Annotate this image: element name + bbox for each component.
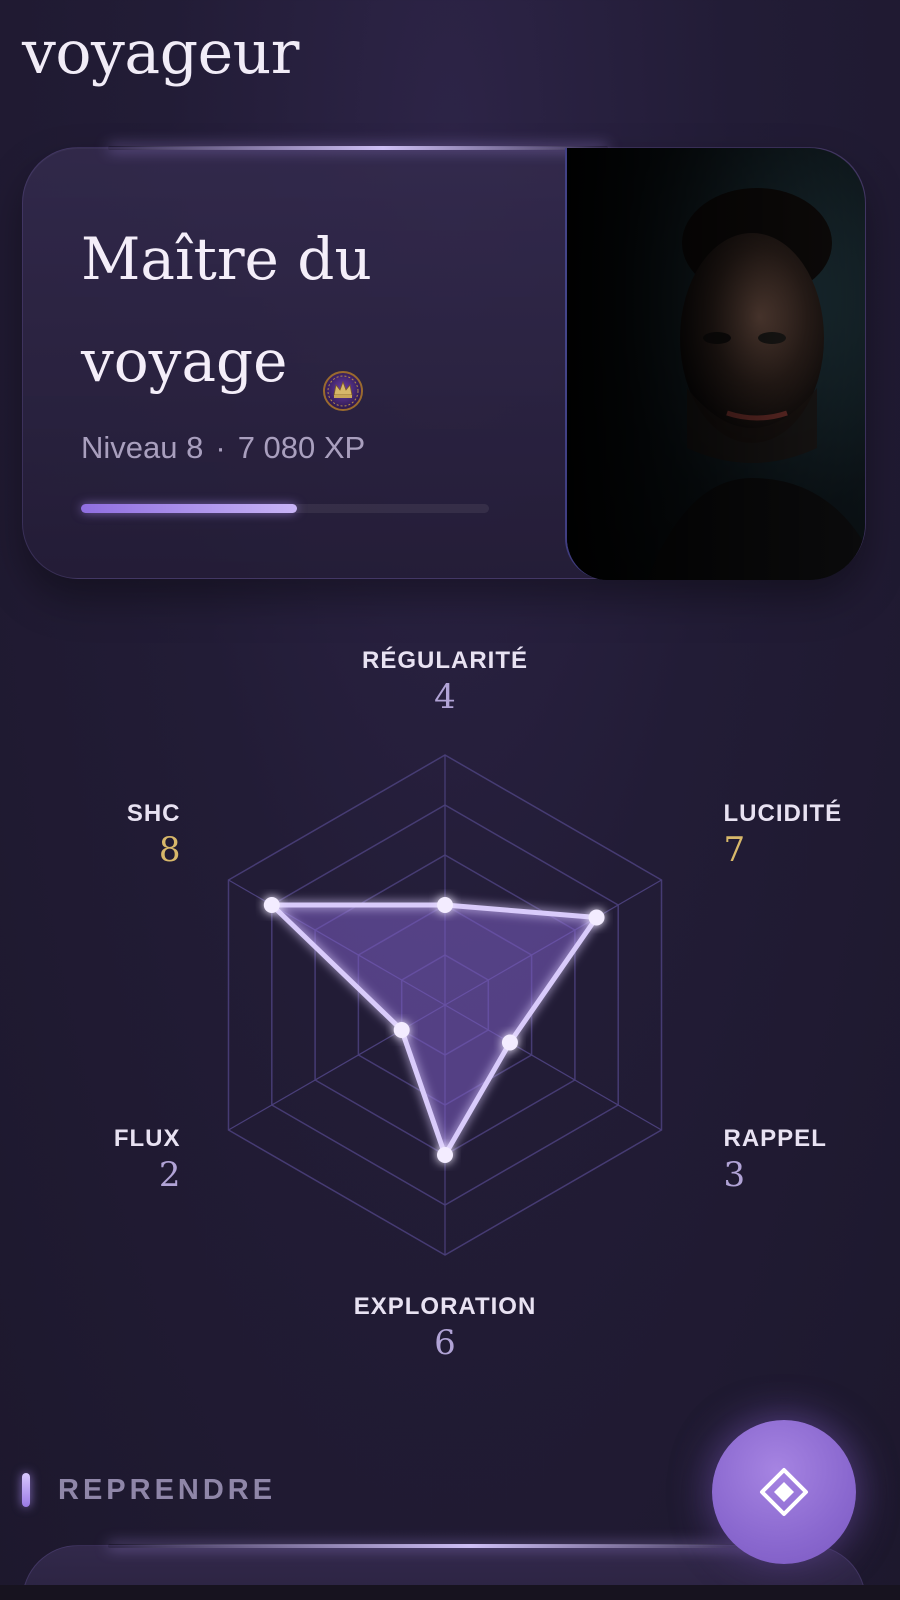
stats-radar-chart: RÉGULARITÉ 4 LUCIDITÉ 7 RAPPEL 3 EXPLORATION 6 F… [0,620,900,1363]
separator-dot: · [215,430,226,465]
user-portrait[interactable] [565,148,865,580]
radar-data-point [263,897,280,913]
xp-progress-fill [81,504,298,513]
radar-data-point [588,909,605,926]
radar-axis-label-rappel: RAPPEL [723,1125,827,1152]
rank-title: Maître du voyage [81,208,501,412]
radar-axis-value-rappel: 3 [723,1155,746,1195]
rank-title-line2: voyage [81,327,288,395]
level-xp-line: Niveau 8 · 7 080 XP [81,430,365,466]
radar-axis-label-regularite: RÉGULARITÉ [362,647,528,674]
radar-axis-value-lucidite: 7 [723,830,746,870]
radar-svg [227,754,663,1256]
radar-data-point [437,1147,453,1163]
rank-title-line1: Maître du [81,225,372,293]
radar-axis-value-shc: 8 [158,830,181,870]
profile-card[interactable]: Maître du voyage Niveau 8 · 7 080 XP [22,146,866,580]
system-bottom-bar [0,1585,900,1600]
card-glow-accent [108,146,608,150]
scrolled-text-fragment [60,0,280,4]
radar-axis-label-flux: FLUX [113,1125,181,1152]
crown-medallion-icon [322,341,364,411]
card-glow-accent [108,1544,768,1548]
diamond-icon [760,1468,808,1516]
xp-label: 7 080 XP [237,430,366,465]
resume-label: REPRENDRE [58,1473,277,1506]
radar-axis-label-exploration: EXPLORATION [353,1293,537,1320]
radar-axis-value-exploration: 6 [434,1323,456,1363]
radar-data-point [393,1022,410,1038]
resume-section-header: REPRENDRE [22,1472,276,1508]
level-label: Niveau 8 [81,430,204,465]
radar-axis-value-flux: 2 [158,1155,181,1195]
radar-axis-label-lucidite: LUCIDITÉ [723,800,843,827]
xp-progress-bar [81,504,489,513]
page-title: voyageur [22,18,299,88]
radar-axis-value-regularite: 4 [434,677,456,717]
radar-data-point [501,1034,518,1051]
radar-axis-label-shc: SHC [126,800,181,827]
fab-diamond-button[interactable] [712,1420,856,1564]
radar-data-point [437,897,453,913]
resume-accent-bar [22,1473,30,1507]
